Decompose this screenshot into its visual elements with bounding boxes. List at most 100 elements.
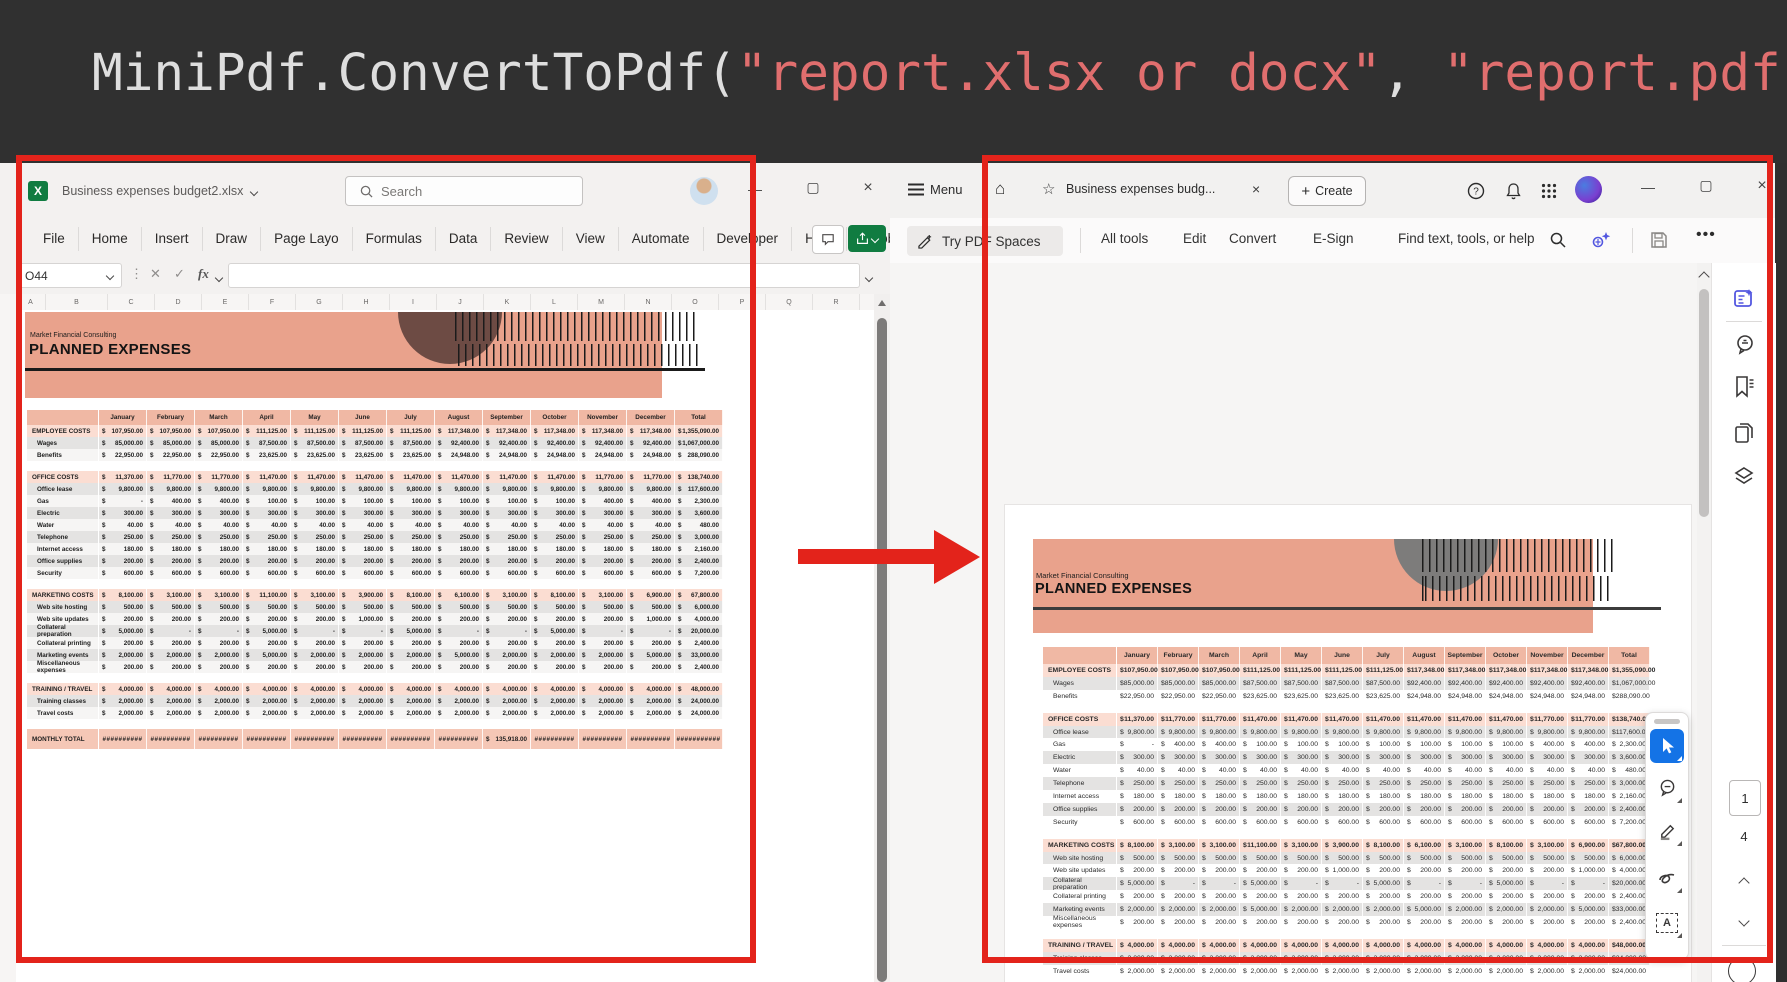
row-label[interactable]: Internet access bbox=[27, 543, 99, 555]
table-cell[interactable]: ########## bbox=[435, 729, 483, 749]
table-cell[interactable]: $- bbox=[99, 495, 147, 507]
row-label[interactable]: MARKETING COSTS bbox=[27, 589, 99, 601]
table-cell[interactable]: $180.00 bbox=[531, 543, 579, 555]
row-label[interactable]: Electric bbox=[27, 507, 99, 519]
table-cell[interactable]: $9,800.00 bbox=[339, 483, 387, 495]
column-header-L[interactable]: L bbox=[531, 294, 578, 310]
table-cell[interactable]: $2,000.00 bbox=[387, 695, 435, 707]
table-cell[interactable]: $600.00 bbox=[483, 567, 531, 579]
ribbon-tab-page-layo[interactable]: Page Layo bbox=[260, 227, 352, 251]
table-cell[interactable]: $- bbox=[483, 625, 531, 637]
table-cell[interactable]: $40.00 bbox=[435, 519, 483, 531]
table-cell[interactable]: $3,100.00 bbox=[147, 589, 195, 601]
table-cell[interactable]: $40.00 bbox=[291, 519, 339, 531]
table-cell[interactable]: $4,000.00 bbox=[675, 613, 723, 625]
scroll-up-icon[interactable] bbox=[878, 300, 886, 306]
table-cell[interactable]: $180.00 bbox=[579, 543, 627, 555]
table-cell[interactable]: $200.00 bbox=[627, 555, 675, 567]
table-cell[interactable]: $111,125.00 bbox=[339, 425, 387, 437]
table-cell[interactable]: January bbox=[99, 410, 147, 425]
ai-assistant-panel-icon[interactable] bbox=[1730, 285, 1758, 313]
table-cell[interactable]: $2,000.00 bbox=[579, 695, 627, 707]
column-header-D[interactable]: D bbox=[155, 294, 202, 310]
table-cell[interactable]: $2,000.00 bbox=[483, 649, 531, 661]
table-cell[interactable]: $92,400.00 bbox=[483, 437, 531, 449]
table-cell[interactable]: $100.00 bbox=[435, 495, 483, 507]
table-cell[interactable]: $500.00 bbox=[483, 601, 531, 613]
table-cell[interactable]: $117,348.00 bbox=[531, 425, 579, 437]
table-cell[interactable]: $250.00 bbox=[195, 531, 243, 543]
table-cell[interactable]: $300.00 bbox=[99, 507, 147, 519]
table-cell[interactable]: $180.00 bbox=[627, 543, 675, 555]
table-cell[interactable]: $200.00 bbox=[531, 613, 579, 625]
row-label[interactable]: Training classes bbox=[27, 695, 99, 707]
table-cell[interactable]: $200.00 bbox=[147, 637, 195, 649]
column-header-O[interactable]: O bbox=[672, 294, 719, 310]
table-cell[interactable]: $11,470.00 bbox=[531, 471, 579, 483]
table-cell[interactable]: $200.00 bbox=[483, 661, 531, 673]
table-cell[interactable]: $600.00 bbox=[435, 567, 483, 579]
row-label[interactable]: Telephone bbox=[27, 531, 99, 543]
table-cell[interactable]: $400.00 bbox=[579, 495, 627, 507]
table-cell[interactable]: $300.00 bbox=[195, 507, 243, 519]
table-cell[interactable]: $2,000.00 bbox=[531, 695, 579, 707]
table-cell[interactable]: $20,000.00 bbox=[675, 625, 723, 637]
table-cell[interactable]: ########## bbox=[387, 729, 435, 749]
column-header-J[interactable]: J bbox=[437, 294, 484, 310]
zoom-tool-icon[interactable] bbox=[1728, 957, 1756, 982]
ribbon-tab-insert[interactable]: Insert bbox=[141, 227, 202, 251]
table-cell[interactable]: $9,800.00 bbox=[147, 483, 195, 495]
table-cell[interactable]: $2,400.00 bbox=[675, 555, 723, 567]
column-header-G[interactable]: G bbox=[296, 294, 343, 310]
table-cell[interactable]: $2,000.00 bbox=[627, 695, 675, 707]
table-cell[interactable]: $250.00 bbox=[291, 531, 339, 543]
table-cell[interactable]: $- bbox=[627, 625, 675, 637]
column-header-N[interactable]: N bbox=[625, 294, 672, 310]
table-cell[interactable]: $200.00 bbox=[435, 661, 483, 673]
table-cell[interactable]: $180.00 bbox=[291, 543, 339, 555]
table-cell[interactable]: $300.00 bbox=[531, 507, 579, 519]
table-cell[interactable]: $2,000.00 bbox=[483, 695, 531, 707]
ribbon-tab-view[interactable]: View bbox=[562, 227, 618, 251]
ribbon-tab-file[interactable]: File bbox=[30, 227, 78, 251]
table-cell[interactable]: $3,600.00 bbox=[675, 507, 723, 519]
table-cell[interactable]: $9,800.00 bbox=[243, 483, 291, 495]
table-cell[interactable]: $11,470.00 bbox=[243, 471, 291, 483]
notifications-bell-icon[interactable] bbox=[1499, 177, 1527, 205]
more-options-icon[interactable]: ••• bbox=[1696, 226, 1716, 244]
table-cell[interactable]: $4,000.00 bbox=[147, 683, 195, 695]
table-cell[interactable]: $- bbox=[435, 625, 483, 637]
table-cell[interactable]: $100.00 bbox=[483, 495, 531, 507]
table-cell[interactable]: $5,000.00 bbox=[387, 625, 435, 637]
table-cell[interactable]: ########## bbox=[627, 729, 675, 749]
table-cell[interactable]: $2,000.00 bbox=[483, 707, 531, 719]
table-cell[interactable]: $107,950.00 bbox=[195, 425, 243, 437]
table-cell[interactable]: $500.00 bbox=[579, 601, 627, 613]
table-cell[interactable]: $2,000.00 bbox=[99, 695, 147, 707]
table-cell[interactable]: $3,000.00 bbox=[675, 531, 723, 543]
table-cell[interactable]: $180.00 bbox=[387, 543, 435, 555]
table-cell[interactable]: $600.00 bbox=[243, 567, 291, 579]
column-header-I[interactable]: I bbox=[390, 294, 437, 310]
table-cell[interactable]: $40.00 bbox=[387, 519, 435, 531]
table-cell[interactable]: $2,000.00 bbox=[531, 649, 579, 661]
excel-expenses-table[interactable]: JanuaryFebruaryMarchAprilMayJuneJulyAugu… bbox=[27, 410, 723, 749]
table-cell[interactable]: $111,125.00 bbox=[291, 425, 339, 437]
table-cell[interactable]: $250.00 bbox=[147, 531, 195, 543]
select-tool-button[interactable] bbox=[1650, 729, 1684, 763]
table-corner-cell[interactable] bbox=[27, 410, 99, 425]
table-cell[interactable]: $11,470.00 bbox=[339, 471, 387, 483]
excel-share-button[interactable] bbox=[848, 225, 886, 252]
excel-scrollbar-thumb[interactable] bbox=[877, 318, 887, 982]
column-header-R[interactable]: R bbox=[813, 294, 860, 310]
confirm-entry-icon[interactable]: ✓ bbox=[174, 266, 185, 282]
table-cell[interactable]: $200.00 bbox=[579, 661, 627, 673]
table-cell[interactable]: $200.00 bbox=[195, 613, 243, 625]
table-cell[interactable]: $1,355,090.00 bbox=[675, 425, 723, 437]
table-cell[interactable]: $3,100.00 bbox=[291, 589, 339, 601]
table-cell[interactable]: ########## bbox=[579, 729, 627, 749]
table-cell[interactable]: $92,400.00 bbox=[579, 437, 627, 449]
table-cell[interactable]: $180.00 bbox=[483, 543, 531, 555]
table-cell[interactable]: $24,000.00 bbox=[675, 707, 723, 719]
table-cell[interactable]: $4,000.00 bbox=[531, 683, 579, 695]
